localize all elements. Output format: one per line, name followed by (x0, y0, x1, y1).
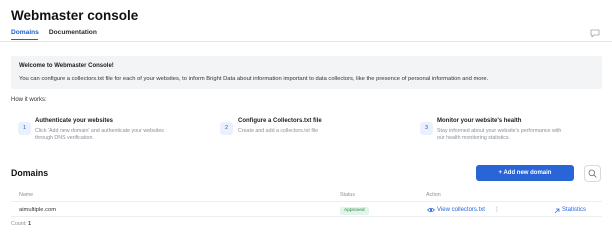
view-collectors-link[interactable]: View collectors.txt (437, 207, 485, 213)
table-row-divider (11, 216, 602, 217)
step-3-desc-line1: Stay informed about your website's perfo… (437, 128, 562, 134)
step-2-title: Configure a Collectors.txt file (238, 118, 322, 124)
column-header-action: Action (426, 192, 441, 198)
step-1-title: Authenticate your websites (35, 118, 114, 124)
column-header-status: Status (340, 192, 356, 198)
domains-section-title: Domains (11, 168, 49, 178)
status-badge: Approved (340, 206, 369, 215)
step-1-desc-line2: through DNS verification. (35, 135, 94, 141)
search-button[interactable] (584, 165, 601, 182)
eye-icon (427, 207, 435, 213)
step-3-number: 3 (420, 122, 433, 135)
app-title: Webmaster console (11, 8, 139, 23)
row-count: Count: 1 (11, 221, 31, 227)
add-new-domain-button[interactable]: + Add new domain (476, 165, 574, 181)
welcome-banner: Welcome to Webmaster Console! You can co… (11, 56, 602, 89)
step-2-desc-line1: Create and add a collectors.txt file (238, 128, 319, 134)
step-1-number: 1 (18, 122, 31, 135)
count-value: 1 (28, 221, 32, 227)
step-1-desc-line1: Click 'Add new domain' and authenticate … (35, 128, 164, 134)
banner-title: Welcome to Webmaster Console! (19, 63, 114, 69)
banner-text: You can configure a collectors.txt file … (19, 76, 489, 82)
step-3-desc-line2: our health monitoring statistics. (437, 135, 511, 141)
count-label: Count: (11, 221, 27, 227)
domain-name-cell: aimultiple.com (19, 207, 57, 213)
how-it-works-label: How it works: (11, 97, 47, 103)
search-icon (588, 169, 597, 178)
table-header-divider (11, 201, 602, 202)
step-2-number: 2 (220, 122, 233, 135)
chat-bubble-icon[interactable] (590, 29, 600, 38)
step-3-title: Monitor your website's health (437, 118, 522, 124)
arrow-up-right-icon (554, 208, 560, 213)
kebab-icon[interactable]: ⋮ (494, 206, 500, 213)
statistics-link[interactable]: Statistics (562, 207, 586, 213)
tab-documentation[interactable]: Documentation (49, 29, 97, 41)
header-divider (0, 40, 612, 42)
column-header-name: Name (19, 192, 34, 198)
